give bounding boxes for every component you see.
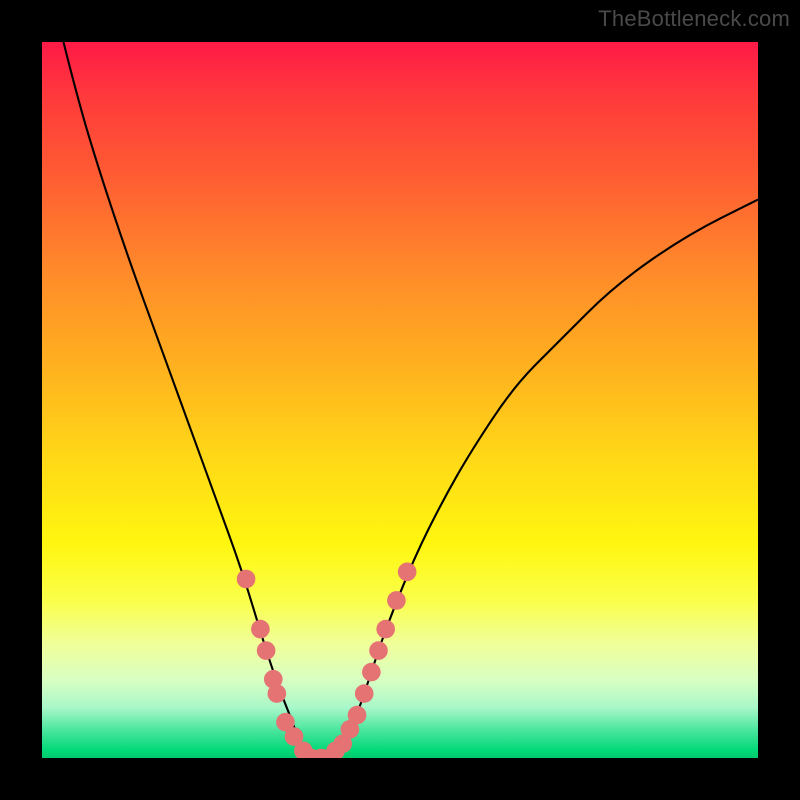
marker-group	[237, 563, 417, 758]
bottleneck-curve	[63, 42, 758, 758]
data-marker	[369, 641, 388, 660]
data-marker	[355, 684, 374, 703]
data-marker	[376, 620, 395, 639]
data-marker	[257, 641, 276, 660]
data-marker	[398, 563, 417, 582]
plot-area	[42, 42, 758, 758]
source-watermark: TheBottleneck.com	[598, 6, 790, 32]
chart-frame: TheBottleneck.com	[0, 0, 800, 800]
data-marker	[387, 591, 406, 610]
curve-svg	[42, 42, 758, 758]
data-marker	[237, 570, 256, 589]
data-marker	[268, 684, 287, 703]
data-marker	[251, 620, 270, 639]
data-marker	[362, 663, 381, 682]
data-marker	[348, 706, 367, 725]
